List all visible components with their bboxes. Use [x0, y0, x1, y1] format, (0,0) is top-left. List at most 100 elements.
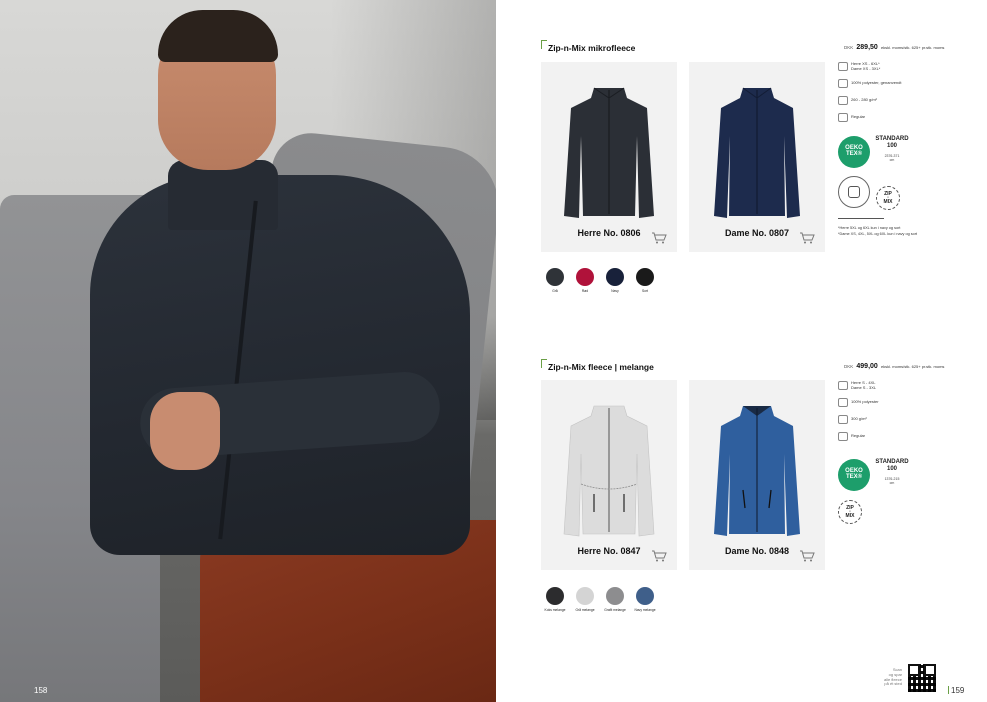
- swatch-sort[interactable]: Sort: [635, 268, 655, 293]
- swatch-label: Navy: [611, 289, 619, 293]
- info-text: 300 g/m²: [851, 416, 867, 422]
- weight-icon: [838, 415, 848, 424]
- swatch-dot[interactable]: [546, 268, 564, 286]
- swatch-dot[interactable]: [606, 587, 624, 605]
- swatch-label: Navy melange: [634, 608, 656, 612]
- info-text: Herre XS - 6XL* Dame XS - 3XL*: [851, 60, 881, 71]
- swatch-roed[interactable]: Rød: [575, 268, 595, 293]
- weight-icon: [838, 96, 848, 105]
- swatch-navy-melange[interactable]: Navy melange: [634, 587, 656, 612]
- zip-mix-badge-icon: ZIP n MIX: [838, 500, 862, 524]
- lifestyle-photo: 158: [0, 0, 496, 702]
- cart-icon[interactable]: [651, 550, 667, 562]
- material-icon: [838, 398, 848, 407]
- jacket-image: [563, 405, 655, 537]
- swatch-dot[interactable]: [546, 587, 564, 605]
- section-title-fleece-melange: Zip-n-Mix fleece | melange: [541, 359, 654, 372]
- price-currency: DKK: [844, 364, 854, 369]
- cart-icon[interactable]: [799, 550, 815, 562]
- cart-icon[interactable]: [651, 232, 667, 244]
- product-card-dame-0807[interactable]: Dame No. 0807: [689, 62, 825, 252]
- color-swatches-mikrofleece: Grå Rød Navy Sort: [545, 268, 655, 293]
- info-row-sizes: Herre XS - 6XL* Dame XS - 3XL*: [838, 58, 901, 75]
- swatch-graa[interactable]: Grå: [545, 268, 565, 293]
- page-number-right: 159: [948, 686, 964, 695]
- photo-hand: [150, 392, 220, 470]
- swatch-label: Sort: [641, 289, 649, 293]
- info-text: 100% polyester, genanvendt: [851, 80, 902, 86]
- info-row-material: 100% polyester: [838, 394, 879, 411]
- size-note-2: *Dame XS, 4XL, 5XL og 6XL kun i navy og …: [838, 232, 918, 236]
- page-number-text: 159: [951, 686, 965, 695]
- jacket-image: [714, 406, 800, 536]
- swatch-grafit-melange[interactable]: Grafit melange: [604, 587, 626, 612]
- oeko-code: 2376-371 cm: [884, 154, 900, 162]
- swatch-label: Koks melange: [544, 608, 566, 612]
- price-note: ekskl. moms/stk. 625+ pr.stk. moms: [880, 364, 945, 369]
- info-list-mikrofleece: Herre XS - 6XL* Dame XS - 3XL* 100% poly…: [838, 58, 901, 126]
- price-line-mikrofleece: DKK 289,50 ekskl. moms/stk. 625+ pr.stk.…: [844, 44, 944, 51]
- qr-block: Scan og spar alle fleece på ét sted: [872, 664, 942, 694]
- photo-jacket: [90, 175, 470, 555]
- size-icon: [838, 381, 848, 390]
- info-list-fleece-melange: Herre S - 4XL Dame S - 3XL 100% polyeste…: [838, 377, 879, 445]
- info-row-weight: 260 - 280 g/m²: [838, 92, 901, 109]
- info-text: 100% polyester: [851, 399, 879, 405]
- price-note: ekskl. moms/stk. 625+ pr.stk. moms: [880, 45, 945, 50]
- swatch-koks-melange[interactable]: Koks melange: [545, 587, 565, 612]
- price-value: 499,00: [856, 363, 878, 370]
- price-value: 289,50: [856, 44, 878, 51]
- swatch-dot[interactable]: [636, 587, 654, 605]
- info-text: 260 - 280 g/m²: [851, 97, 878, 103]
- size-note-1: *Herre 5XL og 6XL kun i navy og sort: [838, 226, 901, 230]
- section-title-text: Zip-n-Mix mikrofleece: [548, 43, 636, 53]
- divider: [838, 218, 884, 219]
- fit-icon: [838, 113, 848, 122]
- info-row-sizes: Herre S - 4XL Dame S - 3XL: [838, 377, 879, 394]
- title-bracket-icon: [541, 40, 547, 49]
- swatch-dot[interactable]: [636, 268, 654, 286]
- info-text: Herre S - 4XL Dame S - 3XL: [851, 379, 877, 390]
- product-card-herre-0806[interactable]: Herre No. 0806: [541, 62, 677, 252]
- oeko-tex-badge: OEKO TEX® STANDARD 100 1376-215 cm: [838, 459, 918, 495]
- jacket-image: [714, 87, 800, 218]
- info-text: Regular: [851, 433, 866, 439]
- swatch-dot[interactable]: [576, 268, 594, 286]
- product-card-herre-0847[interactable]: Herre No. 0847: [541, 380, 677, 570]
- swatch-label: Rød: [581, 289, 589, 293]
- info-row-material: 100% polyester, genanvendt: [838, 75, 901, 92]
- size-icon: [838, 62, 848, 71]
- qr-caption: Scan og spar alle fleece på ét sted: [883, 667, 902, 687]
- swatch-label: Grafit melange: [604, 608, 626, 612]
- swatch-navy[interactable]: Navy: [605, 268, 625, 293]
- swatch-dot[interactable]: [576, 587, 594, 605]
- page-number-bar: [948, 686, 949, 694]
- oeko-tex-logo: OEKO TEX®: [838, 136, 870, 168]
- swatch-label: Grå melange: [575, 608, 595, 612]
- jacket-image: [564, 87, 654, 218]
- cart-icon[interactable]: [799, 232, 815, 244]
- info-row-weight: 300 g/m²: [838, 411, 879, 428]
- swatch-dot[interactable]: [606, 268, 624, 286]
- zip-mix-badge-icon: ZIP n MIX: [876, 186, 900, 210]
- price-line-fleece-melange: DKK 499,00 ekskl. moms/stk. 625+ pr.stk.…: [844, 363, 944, 370]
- info-row-fit: Regular: [838, 428, 879, 445]
- section-title-mikrofleece: Zip-n-Mix mikrofleece: [541, 40, 636, 53]
- swatch-graa-melange[interactable]: Grå melange: [575, 587, 595, 612]
- product-page: Zip-n-Mix mikrofleece DKK 289,50 ekskl. …: [496, 0, 987, 702]
- recycled-badge-icon: [838, 176, 870, 208]
- oeko-standard: STANDARD 100: [875, 136, 909, 150]
- fit-icon: [838, 432, 848, 441]
- qr-code-icon[interactable]: [908, 664, 936, 692]
- info-text: Regular: [851, 114, 866, 120]
- info-row-fit: Regular: [838, 109, 901, 126]
- photo-hair: [158, 10, 278, 62]
- price-currency: DKK: [844, 45, 854, 50]
- section-title-text: Zip-n-Mix fleece | melange: [548, 362, 654, 372]
- title-bracket-icon: [541, 359, 547, 368]
- material-icon: [838, 79, 848, 88]
- page-number-left: 158: [34, 686, 48, 695]
- photo-jacket-collar: [168, 160, 278, 230]
- product-card-dame-0848[interactable]: Dame No. 0848: [689, 380, 825, 570]
- oeko-standard: STANDARD 100: [875, 459, 909, 473]
